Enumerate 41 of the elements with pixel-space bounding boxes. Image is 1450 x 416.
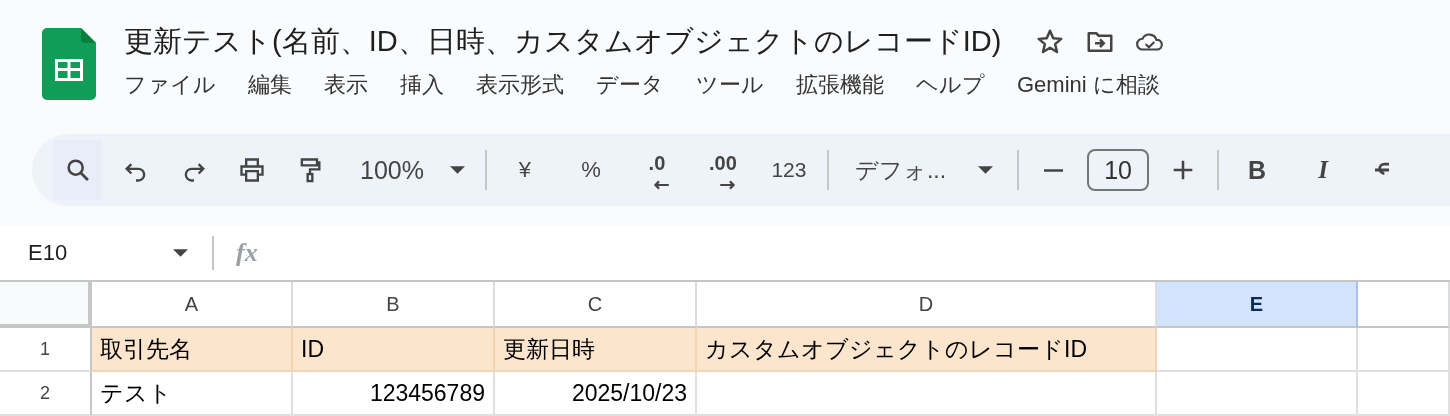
table-cell: 取引先名 <box>92 328 293 372</box>
menu-item[interactable]: ヘルプ <box>916 70 985 100</box>
menu-item[interactable]: 拡張機能 <box>796 70 884 100</box>
zoom-dropdown[interactable]: 100% <box>344 140 475 200</box>
caret-icon <box>173 248 188 257</box>
minus-icon <box>1043 168 1063 172</box>
menu-item[interactable]: 編集 <box>248 70 292 100</box>
menu-item[interactable]: 表示形式 <box>476 70 564 100</box>
percent-button[interactable]: % <box>562 140 619 200</box>
caret-icon <box>449 166 465 174</box>
menu-item[interactable]: 挿入 <box>400 70 444 100</box>
menu-item[interactable]: Gemini に相談 <box>1017 70 1160 100</box>
left-arrow-icon <box>652 180 670 190</box>
sheets-logo-icon[interactable] <box>42 28 96 100</box>
menu-item[interactable]: ファイル <box>124 70 216 100</box>
increase-decimal-button[interactable]: .00 <box>694 140 751 200</box>
document-title[interactable]: 更新テスト(名前、ID、日時、カスタムオブジェクトのレコードID) <box>124 22 1002 62</box>
table-cell: 更新日時 <box>495 328 697 372</box>
font-dropdown[interactable]: デフォ... <box>838 140 1008 200</box>
menu-item[interactable]: ツール <box>696 70 764 100</box>
menu-item[interactable]: データ <box>596 70 664 100</box>
table-cell: 2025/10/23 <box>495 372 697 416</box>
name-box[interactable]: E10 <box>0 239 212 266</box>
search-button[interactable] <box>54 140 102 200</box>
caret-icon <box>978 166 994 174</box>
currency-button[interactable]: ¥ <box>496 140 553 200</box>
bold-button[interactable]: B <box>1229 140 1286 200</box>
row-header[interactable]: 2 <box>0 372 92 416</box>
right-arrow-icon <box>718 180 736 190</box>
italic-button[interactable]: I <box>1295 140 1352 200</box>
decrease-decimal-button[interactable]: .0 <box>628 140 685 200</box>
printer-icon <box>238 156 266 184</box>
function-label: fx <box>236 237 258 268</box>
table-cell: カスタムオブジェクトのレコードID <box>697 328 1157 372</box>
table-cell: テスト <box>92 372 293 416</box>
column-header[interactable]: E <box>1157 282 1358 328</box>
table-cell: 123456789 <box>293 372 495 416</box>
font-size-field[interactable]: 10 <box>1087 149 1150 191</box>
menu-item[interactable]: 表示 <box>324 70 368 100</box>
number-format-button[interactable]: 123 <box>760 140 817 200</box>
table-cell: ID <box>293 328 495 372</box>
